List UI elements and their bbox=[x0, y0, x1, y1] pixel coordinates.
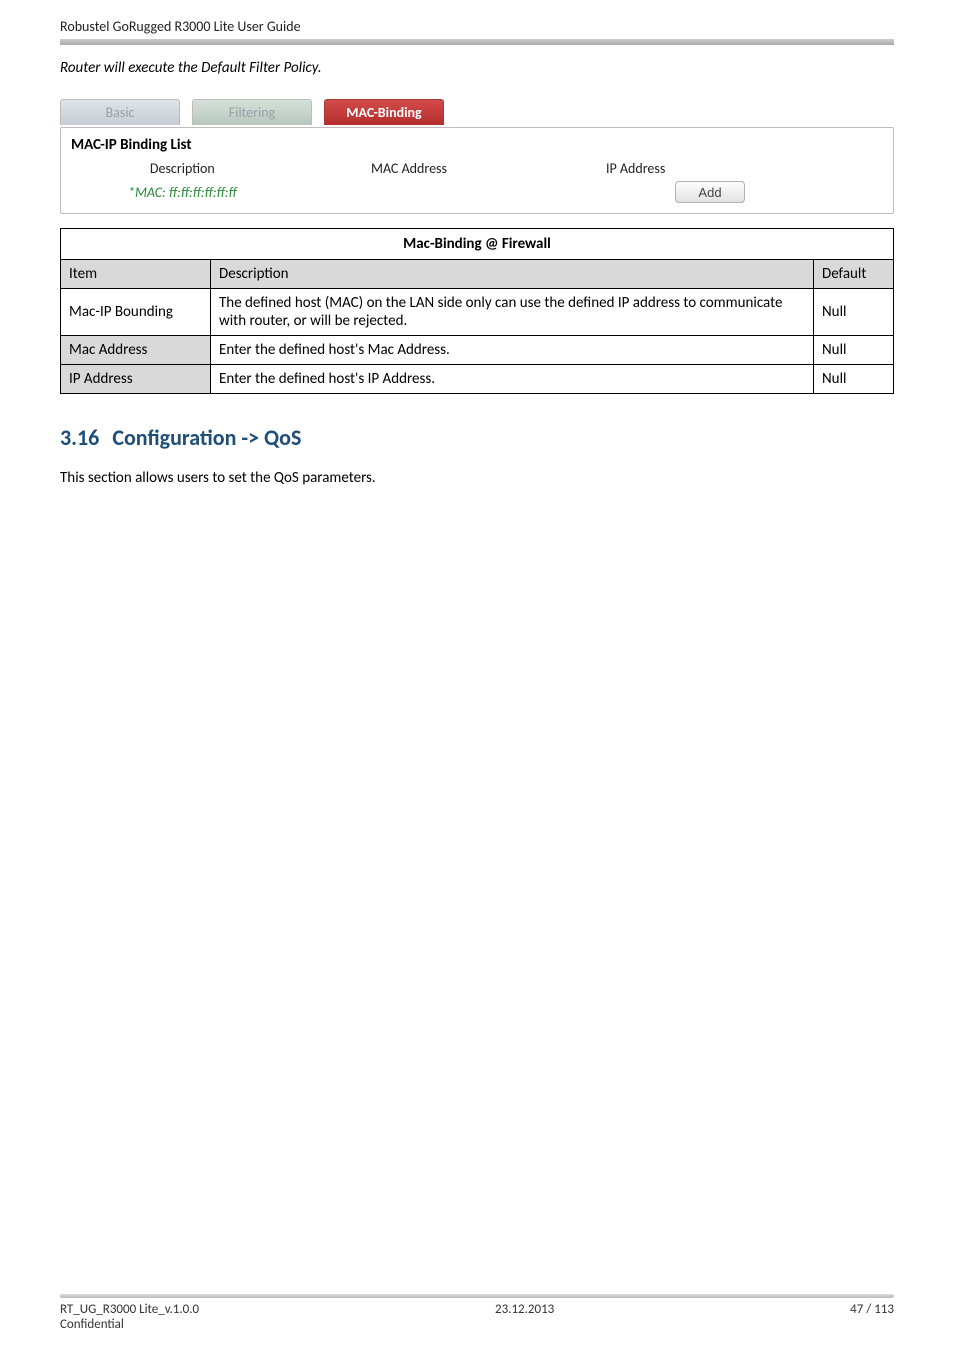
mac-binding-table: Mac-Binding @ Firewall Item Description … bbox=[60, 228, 894, 394]
mac-ip-binding-panel: MAC-IP Binding List Description MAC Addr… bbox=[60, 127, 894, 214]
tab-mac-binding[interactable]: MAC-Binding bbox=[324, 99, 444, 125]
header-rule bbox=[60, 39, 894, 45]
th-item: Item bbox=[61, 260, 211, 289]
col-header-mac: MAC Address bbox=[296, 160, 523, 177]
footer-page-number: 47 / 113 bbox=[850, 1302, 894, 1332]
table-title: Mac-Binding @ Firewall bbox=[61, 229, 894, 260]
row-default: Null bbox=[814, 336, 894, 365]
page-footer: RT_UG_R3000 Lite_v.1.0.0 Confidential 23… bbox=[60, 1294, 894, 1332]
section-heading: 3.16 Configuration -> QoS bbox=[60, 424, 894, 451]
footer-date: 23.12.2013 bbox=[495, 1302, 554, 1332]
col-header-spacer bbox=[749, 160, 885, 177]
mac-sample-text: *MAC: ff:ff:ff:ff:ff:ff bbox=[69, 184, 296, 201]
footer-rule bbox=[60, 1294, 894, 1298]
row-desc: Enter the defined host's Mac Address. bbox=[211, 336, 814, 365]
row-default: Null bbox=[814, 365, 894, 394]
binding-heading: MAC-IP Binding List bbox=[69, 134, 885, 160]
col-header-description: Description bbox=[69, 160, 296, 177]
router-note: Router will execute the Default Filter P… bbox=[60, 59, 894, 77]
row-item: IP Address bbox=[61, 365, 211, 394]
footer-confidential: Confidential bbox=[60, 1317, 199, 1332]
doc-title: Robustel GoRugged R3000 Lite User Guide bbox=[60, 0, 894, 39]
tab-basic[interactable]: Basic bbox=[60, 99, 180, 125]
col-header-ip: IP Address bbox=[522, 160, 749, 177]
section-number: 3.16 bbox=[60, 424, 99, 451]
footer-doc-id: RT_UG_R3000 Lite_v.1.0.0 bbox=[60, 1302, 199, 1317]
row-item: Mac Address bbox=[61, 336, 211, 365]
row-default: Null bbox=[814, 289, 894, 336]
add-button[interactable]: Add bbox=[675, 181, 745, 203]
section-title: Configuration -> QoS bbox=[112, 424, 301, 451]
section-intro: This section allows users to set the QoS… bbox=[60, 469, 894, 487]
row-desc: Enter the defined host's IP Address. bbox=[211, 365, 814, 394]
row-item: Mac-IP Bounding bbox=[61, 289, 211, 336]
tabs-row: Basic Filtering MAC-Binding bbox=[60, 99, 894, 125]
tab-filtering[interactable]: Filtering bbox=[192, 99, 312, 125]
th-description: Description bbox=[211, 260, 814, 289]
th-default: Default bbox=[814, 260, 894, 289]
row-desc: The defined host (MAC) on the LAN side o… bbox=[211, 289, 814, 336]
